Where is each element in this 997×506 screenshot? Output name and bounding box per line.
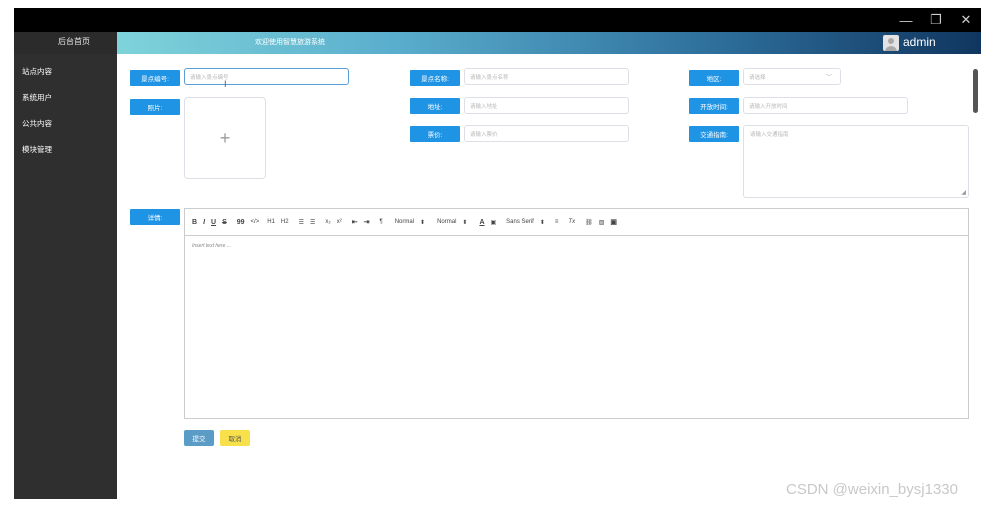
- link-icon[interactable]: ⛓: [585, 219, 593, 226]
- welcome-text: 欢迎使用智慧旅游系统: [255, 39, 325, 46]
- background-color-button[interactable]: ▣: [491, 219, 497, 226]
- region-label: 地区:: [689, 70, 739, 86]
- text-cursor-icon: I: [224, 79, 227, 89]
- top-header: 后台首页 欢迎使用智慧旅游系统 admin: [14, 32, 981, 54]
- submit-button[interactable]: 提交: [184, 430, 214, 446]
- clean-format-button[interactable]: Tx: [568, 219, 575, 225]
- bold-button[interactable]: B: [192, 219, 197, 226]
- close-icon[interactable]: ✕: [951, 8, 981, 32]
- code-block-button[interactable]: </>: [251, 219, 260, 225]
- scrollbar[interactable]: [973, 69, 978, 113]
- scenic-name-input[interactable]: 请输入景点名称: [464, 68, 629, 85]
- font-select[interactable]: Sans Serif: [506, 219, 534, 225]
- subscript-button[interactable]: x₂: [325, 219, 330, 225]
- traffic-guide-placeholder: 请输入交通指南: [750, 132, 789, 138]
- sidebar-item-public-content[interactable]: 公共内容: [22, 118, 52, 129]
- minimize-icon[interactable]: —: [891, 8, 921, 32]
- underline-button[interactable]: U: [211, 219, 216, 226]
- size-select[interactable]: Normal: [395, 219, 414, 225]
- cancel-button[interactable]: 取消: [220, 430, 250, 446]
- open-time-input[interactable]: 请输入开放时间: [743, 97, 908, 114]
- traffic-guide-label: 交通指南:: [689, 126, 739, 142]
- address-input[interactable]: 请输入地址: [464, 97, 629, 114]
- details-label: 详情:: [130, 209, 180, 225]
- indent-button[interactable]: ⇥: [364, 218, 370, 226]
- image-icon[interactable]: ▨: [599, 219, 605, 226]
- sidebar: 站点内容 系统用户 公共内容 模块管理: [14, 54, 117, 499]
- rich-text-editor[interactable]: Insert text here ...: [184, 236, 969, 419]
- user-name[interactable]: admin: [903, 35, 936, 49]
- ordered-list-button[interactable]: ☰: [299, 219, 304, 226]
- avatar-icon[interactable]: [883, 35, 899, 51]
- blockquote-button[interactable]: 99: [237, 219, 245, 226]
- size-select-arrow-icon: ⬍: [420, 219, 426, 226]
- italic-button[interactable]: I: [203, 219, 205, 226]
- editor-toolbar: B I U S 99 </> H1 H2 ☰ ☰ x₂ x² ⇤ ⇥ ¶ Nor…: [184, 208, 969, 236]
- window-title-bar: — ❐ ✕: [14, 8, 981, 32]
- strike-button[interactable]: S: [222, 219, 227, 226]
- align-button[interactable]: ≡: [555, 219, 559, 225]
- photo-upload[interactable]: +: [184, 97, 266, 179]
- bullet-list-button[interactable]: ☰: [310, 219, 315, 226]
- sidebar-item-module-management[interactable]: 模块管理: [22, 144, 52, 155]
- font-color-button[interactable]: A: [479, 219, 484, 226]
- photo-label: 照片:: [130, 99, 180, 115]
- superscript-button[interactable]: x²: [337, 219, 342, 225]
- header-select[interactable]: Normal: [437, 219, 456, 225]
- text-direction-button[interactable]: ¶: [379, 219, 382, 225]
- region-select-placeholder: 请选择: [749, 74, 766, 81]
- scenic-id-label: 景点编号:: [130, 70, 180, 86]
- scenic-name-label: 景点名称:: [410, 70, 460, 86]
- traffic-guide-textarea[interactable]: 请输入交通指南 ◢: [743, 125, 969, 198]
- watermark: CSDN @weixin_bysj1330: [786, 481, 958, 498]
- price-input[interactable]: 请输入票价: [464, 125, 629, 142]
- header-select-arrow-icon: ⬍: [462, 219, 468, 226]
- plus-icon: +: [219, 127, 231, 148]
- resize-handle-icon[interactable]: ◢: [961, 189, 966, 196]
- font-select-arrow-icon: ⬍: [539, 219, 545, 226]
- app-window: { "header": { "home_label": "后台首页", "wel…: [0, 0, 997, 506]
- open-time-label: 开放时间:: [689, 98, 739, 114]
- scenic-id-input[interactable]: 请输入景点编号: [184, 68, 349, 85]
- region-select[interactable]: 请选择 ﹀: [743, 68, 841, 85]
- header1-button[interactable]: H1: [267, 219, 275, 225]
- address-label: 地址:: [410, 98, 460, 114]
- price-label: 票价:: [410, 126, 460, 142]
- outdent-button[interactable]: ⇤: [352, 218, 358, 226]
- video-icon[interactable]: ▣: [610, 218, 617, 226]
- header2-button[interactable]: H2: [281, 219, 289, 225]
- restore-icon[interactable]: ❐: [921, 8, 951, 32]
- editor-placeholder: Insert text here ...: [192, 243, 231, 249]
- sidebar-item-system-users[interactable]: 系统用户: [22, 92, 52, 103]
- home-link[interactable]: 后台首页: [58, 36, 90, 47]
- sidebar-item-site-content[interactable]: 站点内容: [22, 66, 52, 77]
- chevron-down-icon: ﹀: [825, 75, 832, 81]
